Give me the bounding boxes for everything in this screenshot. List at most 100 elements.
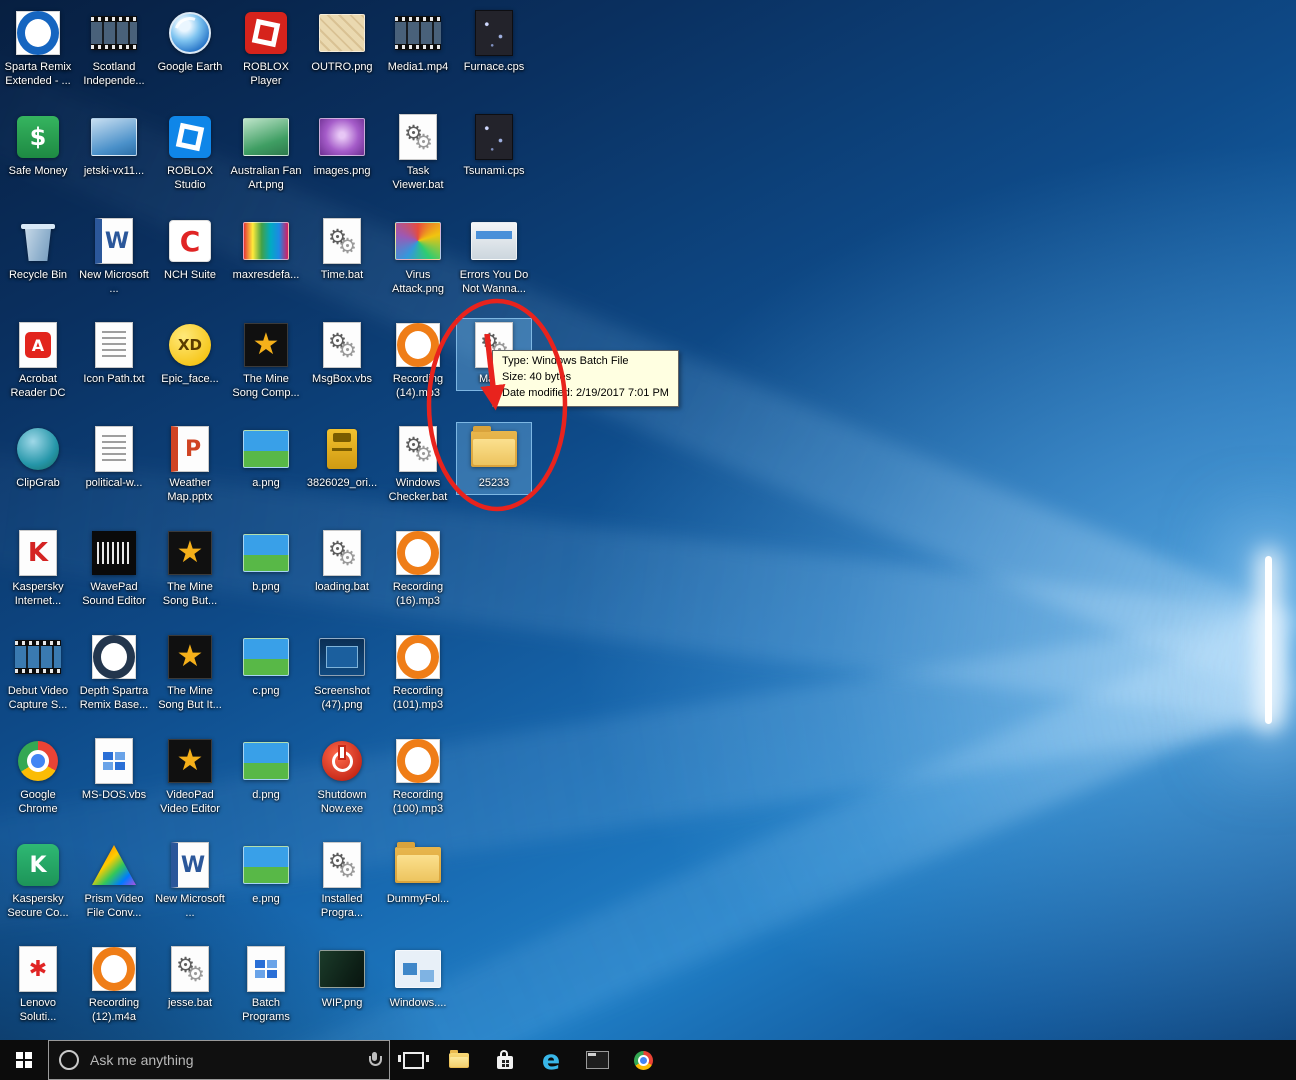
desktop-icon[interactable]: Screenshot (47).png xyxy=(304,630,380,717)
kaspersky-green-icon xyxy=(14,841,62,889)
desktop-icon[interactable]: MsgBox.vbs xyxy=(304,318,380,391)
desktop-icon[interactable]: Safe Money xyxy=(0,110,76,183)
desktop-icon[interactable]: Lenovo Soluti... xyxy=(0,942,76,1029)
desktop-icon[interactable]: jesse.bat xyxy=(152,942,228,1015)
desktop-icon[interactable]: WIP.png xyxy=(304,942,380,1015)
desktop-icon[interactable]: VideoPad Video Editor xyxy=(152,734,228,821)
start-button[interactable] xyxy=(0,1040,48,1080)
desktop-icon[interactable]: OUTRO.png xyxy=(304,6,380,79)
desktop-icon[interactable]: Time.bat xyxy=(304,214,380,287)
chrome-icon xyxy=(14,737,62,785)
icon-label: WavePad Sound Editor xyxy=(82,581,146,607)
cps-icon xyxy=(470,113,518,161)
desktop-icon[interactable]: Windows Checker.bat xyxy=(380,422,456,509)
desktop-icon[interactable]: e.png xyxy=(228,838,304,911)
desktop-icon[interactable]: Icon Path.txt xyxy=(76,318,152,391)
icon-label: Furnace.cps xyxy=(463,61,525,73)
desktop-icon[interactable]: NCH Suite xyxy=(152,214,228,287)
search-input[interactable] xyxy=(88,1051,358,1069)
icon-label: Google Chrome xyxy=(18,789,58,815)
desktop-icon[interactable]: Google Earth xyxy=(152,6,228,79)
taskbar-search[interactable] xyxy=(48,1040,390,1080)
desktop-icon[interactable]: Kaspersky Internet... xyxy=(0,526,76,613)
desktop-icon[interactable]: Shutdown Now.exe xyxy=(304,734,380,821)
desktop-icon[interactable]: WavePad Sound Editor xyxy=(76,526,152,613)
desktop-icon[interactable]: jetski-vx11... xyxy=(76,110,152,183)
desktop-icon[interactable]: Scotland Independe... xyxy=(76,6,152,93)
desktop-icon[interactable]: political-w... xyxy=(76,422,152,495)
txt-icon xyxy=(90,321,138,369)
desktop-icons: Sparta Remix Extended - ... Safe Money Rec… xyxy=(0,0,1296,1080)
desktop-icon[interactable]: maxresdefa... xyxy=(228,214,304,287)
roblox-red-icon xyxy=(242,9,290,57)
gear-icon xyxy=(318,529,366,577)
desktop-icon[interactable]: Recording (100).mp3 xyxy=(380,734,456,821)
desktop-icon[interactable]: Sparta Remix Extended - ... xyxy=(0,6,76,93)
icon-label: Icon Path.txt xyxy=(83,373,145,385)
desktop-icon[interactable]: ROBLOX Studio xyxy=(152,110,228,197)
desktop-icon[interactable]: Kaspersky Secure Co... xyxy=(0,838,76,925)
desktop-icon[interactable]: Acrobat Reader DC xyxy=(0,318,76,405)
desktop-icon[interactable]: Weather Map.pptx xyxy=(152,422,228,509)
desktop-icon[interactable]: Google Chrome xyxy=(0,734,76,821)
desktop-icon[interactable]: MS-DOS.vbs xyxy=(76,734,152,807)
desktop-icon[interactable]: ROBLOX Player xyxy=(228,6,304,93)
desktop-icon[interactable]: Depth Spartra Remix Base... xyxy=(76,630,152,717)
desktop-icon[interactable]: c.png xyxy=(228,630,304,703)
desktop-icon[interactable]: New Microsoft ... xyxy=(152,838,228,925)
desktop-icon[interactable]: Virus Attack.png xyxy=(380,214,456,301)
desktop-icon[interactable]: Task Viewer.bat xyxy=(380,110,456,197)
desktop-icon[interactable]: images.png xyxy=(304,110,380,183)
pdf-icon xyxy=(14,321,62,369)
icon-label: Acrobat Reader DC xyxy=(10,373,66,399)
prism-icon xyxy=(90,841,138,889)
img-green-icon xyxy=(242,113,290,161)
desktop-icon[interactable]: Furnace.cps xyxy=(456,6,532,79)
desktop-icon[interactable]: Epic_face... xyxy=(152,318,228,391)
disc-orange-icon xyxy=(90,945,138,993)
icon-label: ClipGrab xyxy=(16,477,60,489)
icon-label: Errors You Do Not Wanna... xyxy=(459,269,529,295)
microphone-icon[interactable] xyxy=(367,1051,382,1069)
task-view-button[interactable] xyxy=(390,1040,436,1080)
desktop-icon[interactable]: Recycle Bin xyxy=(0,214,76,287)
command-window-button[interactable] xyxy=(574,1040,620,1080)
desktop-icon[interactable]: d.png xyxy=(228,734,304,807)
folder-icon xyxy=(470,425,518,473)
img-gray-icon xyxy=(470,217,518,265)
file-explorer-button[interactable] xyxy=(436,1040,482,1080)
edge-button[interactable] xyxy=(528,1040,574,1080)
desktop-icon[interactable]: Debut Video Capture S... xyxy=(0,630,76,717)
desktop-icon[interactable]: Recording (12).m4a xyxy=(76,942,152,1029)
icon-label: a.png xyxy=(252,477,280,489)
desktop-icon[interactable]: 25233 xyxy=(456,422,532,495)
store-button[interactable] xyxy=(482,1040,528,1080)
lenovo-icon xyxy=(14,945,62,993)
desktop-icon[interactable]: New Microsoft ... xyxy=(76,214,152,301)
desktop-icon[interactable]: Australian Fan Art.png xyxy=(228,110,304,197)
desktop-icon[interactable]: a.png xyxy=(228,422,304,495)
desktop-icon[interactable]: Windows.... xyxy=(380,942,456,1015)
gear-icon xyxy=(394,425,442,473)
desktop-icon[interactable]: DummyFol... xyxy=(380,838,456,911)
desktop-icon[interactable]: The Mine Song But It... xyxy=(152,630,228,717)
nch-icon xyxy=(166,217,214,265)
desktop-icon[interactable]: Recording (14).mp3 xyxy=(380,318,456,405)
chrome-button[interactable] xyxy=(620,1040,666,1080)
desktop-icon[interactable]: b.png xyxy=(228,526,304,599)
icon-label: Kaspersky Internet... xyxy=(12,581,64,607)
icon-label: Scotland Independe... xyxy=(83,61,145,87)
desktop-icon[interactable]: Errors You Do Not Wanna... xyxy=(456,214,532,301)
desktop-icon[interactable]: Tsunami.cps xyxy=(456,110,532,183)
desktop-icon[interactable]: Prism Video File Conv... xyxy=(76,838,152,925)
desktop-icon[interactable]: Recording (101).mp3 xyxy=(380,630,456,717)
desktop-icon[interactable]: 3826029_ori... xyxy=(304,422,380,495)
desktop-icon[interactable]: Installed Progra... xyxy=(304,838,380,925)
desktop-icon[interactable]: The Mine Song Comp... xyxy=(228,318,304,405)
desktop-icon[interactable]: loading.bat xyxy=(304,526,380,599)
desktop-icon[interactable]: The Mine Song But... xyxy=(152,526,228,613)
desktop-icon[interactable]: Recording (16).mp3 xyxy=(380,526,456,613)
desktop-icon[interactable]: Batch Programs xyxy=(228,942,304,1029)
desktop-icon[interactable]: ClipGrab xyxy=(0,422,76,495)
desktop-icon[interactable]: Media1.mp4 xyxy=(380,6,456,79)
